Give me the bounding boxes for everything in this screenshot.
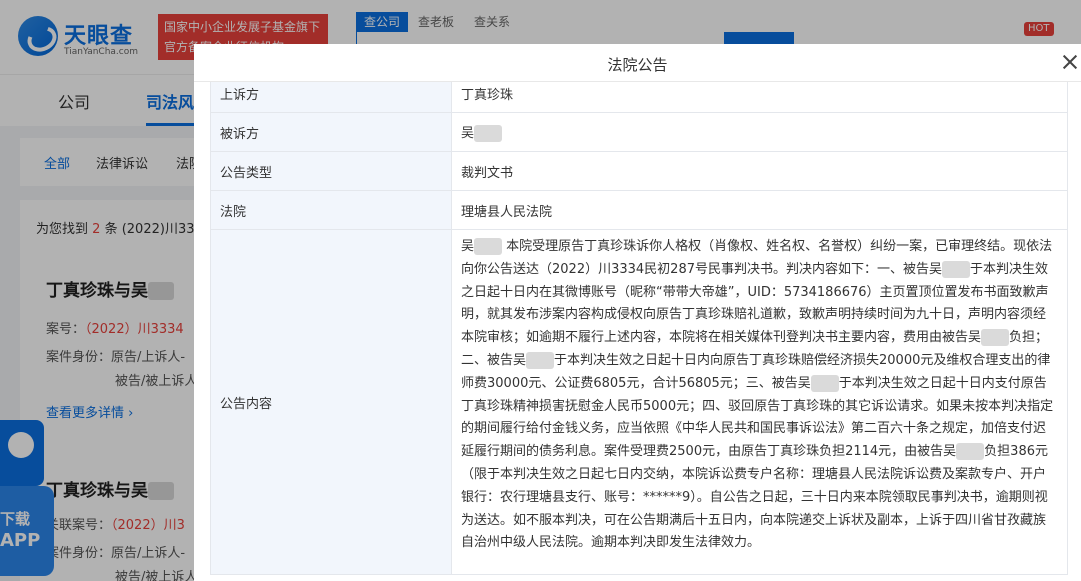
redacted-name <box>956 443 985 461</box>
redacted-name <box>474 125 503 142</box>
table-row: 上诉方 丁真珍珠 <box>210 82 1068 113</box>
close-icon[interactable] <box>1060 52 1080 72</box>
field-label-court: 法院 <box>210 190 452 230</box>
table-row: 被诉方 吴 <box>210 112 1068 152</box>
table-row: 公告内容 吴 本院受理原告丁真珍珠诉你人格权（肖像权、姓名权、名誉权）纠纷一案，… <box>210 229 1068 575</box>
court-notice-dialog: 法院公告 上诉方 丁真珍珠 被诉方 吴 公告类型 裁判文书 法院 理塘县人民法院 <box>194 44 1081 581</box>
table-row: 公告类型 裁判文书 <box>210 151 1068 191</box>
field-label-notice-type: 公告类型 <box>210 151 452 191</box>
dialog-header: 法院公告 <box>194 44 1081 82</box>
redacted-name <box>810 374 839 392</box>
field-label-content: 公告内容 <box>210 229 452 575</box>
field-value-appellant: 丁真珍珠 <box>451 82 1068 113</box>
dialog-title: 法院公告 <box>607 56 668 74</box>
table-row: 法院 理塘县人民法院 <box>210 190 1068 230</box>
redacted-name <box>941 260 970 278</box>
redacted-name <box>474 238 503 255</box>
field-value-court: 理塘县人民法院 <box>451 190 1068 230</box>
field-value-appellee: 吴 <box>451 112 1068 152</box>
field-label-appellant: 上诉方 <box>210 82 452 113</box>
field-value-content: 吴 本院受理原告丁真珍珠诉你人格权（肖像权、姓名权、名誉权）纠纷一案，已审理终结… <box>451 229 1068 575</box>
notice-content-text: 吴 本院受理原告丁真珍珠诉你人格权（肖像权、姓名权、名誉权）纠纷一案，已审理终结… <box>461 238 1054 551</box>
redacted-name <box>981 329 1010 347</box>
field-value-notice-type: 裁判文书 <box>451 151 1068 191</box>
field-label-appellee: 被诉方 <box>210 112 452 152</box>
dialog-body[interactable]: 上诉方 丁真珍珠 被诉方 吴 公告类型 裁判文书 法院 理塘县人民法院 公告内容 <box>210 82 1081 581</box>
redacted-name <box>526 351 555 369</box>
notice-table: 上诉方 丁真珍珠 被诉方 吴 公告类型 裁判文书 法院 理塘县人民法院 公告内容 <box>210 82 1068 575</box>
